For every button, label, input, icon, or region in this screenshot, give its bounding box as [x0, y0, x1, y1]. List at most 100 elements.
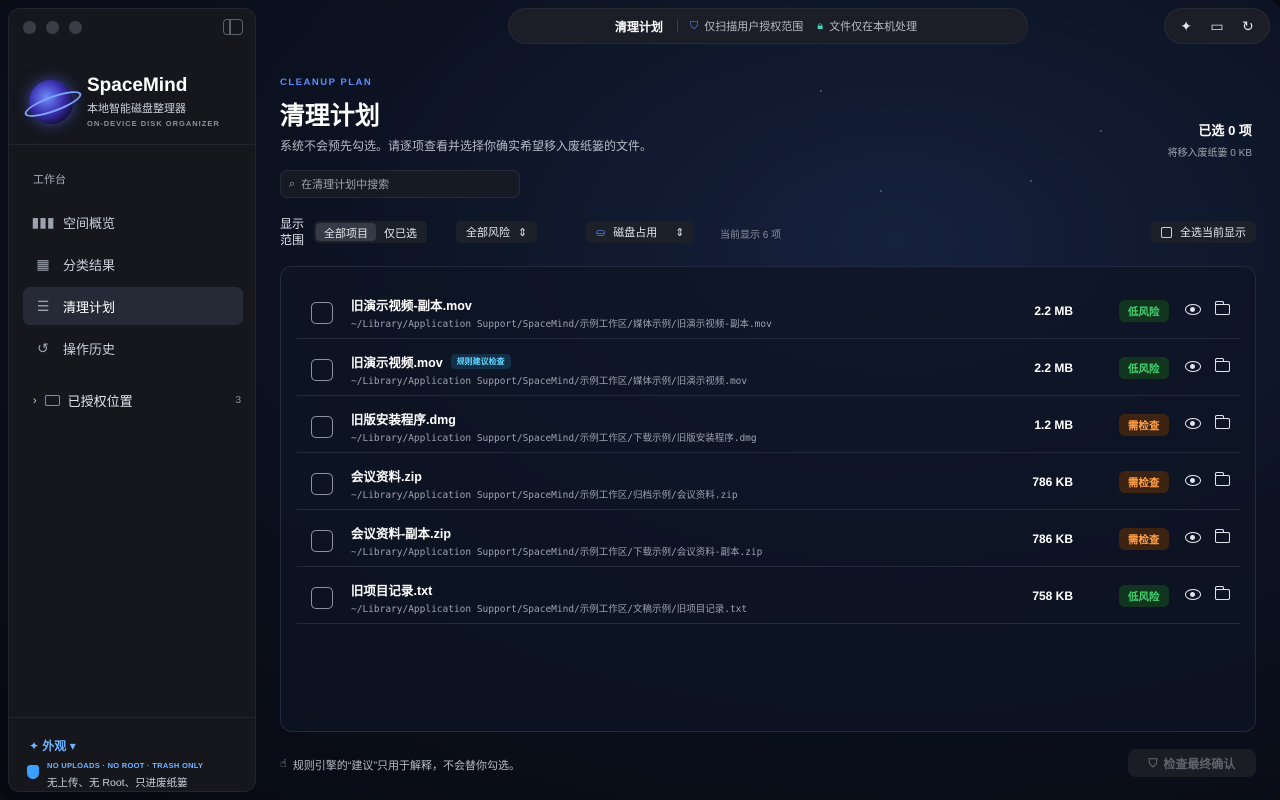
risk-badge: 需检查 — [1119, 414, 1169, 436]
file-size: 2.2 MB — [1034, 361, 1073, 375]
folder-icon[interactable] — [1214, 415, 1230, 429]
app-logo — [29, 79, 73, 124]
chevron-down-icon: ▾ — [66, 739, 76, 753]
row-checkbox[interactable] — [311, 587, 333, 609]
sort-dropdown[interactable]: ⛀ 磁盘占用 ⇕ — [586, 221, 695, 243]
file-path: ~/Library/Application Support/SpaceMind/… — [351, 547, 763, 558]
file-path: ~/Library/Application Support/SpaceMind/… — [351, 490, 738, 501]
final-confirm-button[interactable]: ⛉ 检查最终确认 — [1128, 749, 1256, 777]
footer-note: ☝ 规则引擎的“建议”只用于解释，不会替你勾选。 — [280, 757, 520, 773]
search-placeholder: 在清理计划中搜索 — [301, 179, 390, 191]
file-size: 786 KB — [1032, 532, 1073, 546]
confirm-label: 检查最终确认 — [1163, 756, 1236, 771]
sparkle-button[interactable]: ✦ — [1180, 18, 1192, 35]
sidebar-divider — [9, 144, 255, 145]
eye-icon[interactable] — [1185, 532, 1201, 543]
risk-badge: 低风险 — [1119, 300, 1169, 322]
background-star — [1030, 180, 1032, 182]
footer-note-text: 规则引擎的“建议”只用于解释，不会替你勾选。 — [292, 760, 521, 772]
selected-count: 已选 0 项 — [1198, 123, 1252, 138]
shield-check-icon: ⛉ — [690, 19, 699, 32]
bar-chart-icon: ▮▮▮ — [31, 213, 55, 230]
appearance-button[interactable]: ✦ 外观 ▾ — [29, 737, 76, 754]
shield-check-icon: ⛉ — [1148, 755, 1158, 770]
risk-filter-dropdown[interactable]: 全部风险 ⇕ — [456, 221, 538, 243]
separator — [677, 19, 679, 33]
authorized-locations[interactable]: › 已授权位置 3 — [33, 391, 241, 410]
folder-icon[interactable] — [1214, 301, 1230, 315]
file-name: 旧演示视频.mov — [351, 356, 443, 370]
row-checkbox[interactable] — [311, 530, 333, 552]
scope-badge: 仅扫描用户授权范围 — [704, 21, 804, 33]
row-checkbox[interactable] — [311, 473, 333, 495]
row-checkbox[interactable] — [311, 416, 333, 438]
privacy-notice: NO UPLOADS · NO ROOT · TRASH ONLY 无上传、无 … — [27, 761, 203, 790]
table-row: 旧项目记录.txt ~/Library/Application Support/… — [297, 567, 1241, 624]
file-path: ~/Library/Application Support/SpaceMind/… — [351, 604, 748, 615]
search-input[interactable]: ⌕ 在清理计划中搜索 — [280, 170, 520, 198]
sidebar-toggle-icon[interactable] — [223, 19, 243, 35]
app-subtitle-en: ON-DEVICE DISK ORGANIZER — [87, 119, 220, 128]
sort-value: 磁盘占用 — [613, 227, 658, 239]
disk-icon: ⛀ — [596, 226, 606, 239]
risk-badge: 需检查 — [1119, 471, 1169, 493]
eye-icon[interactable] — [1185, 475, 1201, 486]
eye-icon[interactable] — [1185, 418, 1201, 429]
app-name: SpaceMind — [87, 75, 188, 96]
seg-selected-only[interactable]: 仅已选 — [376, 223, 425, 241]
selection-summary: 已选 0 项 将移入废纸篓 0 KB — [1168, 120, 1252, 159]
close-window-button[interactable] — [23, 21, 36, 34]
eye-icon[interactable] — [1185, 361, 1201, 372]
page-title: 清理计划 — [280, 102, 381, 130]
eye-icon[interactable] — [1185, 589, 1201, 600]
file-path: ~/Library/Application Support/SpaceMind/… — [351, 376, 748, 387]
appearance-label: 外观 — [42, 739, 67, 753]
row-checkbox[interactable] — [311, 302, 333, 324]
file-path: ~/Library/Application Support/SpaceMind/… — [351, 433, 757, 444]
checklist-icon: ☰ — [36, 297, 50, 314]
page-eyebrow: CLEANUP PLAN — [280, 77, 373, 88]
file-name: 会议资料-副本.zip — [351, 527, 451, 541]
authorized-count: 3 — [235, 395, 241, 406]
filter-label: 显示范围 — [280, 217, 305, 247]
folder-icon[interactable] — [1214, 472, 1230, 486]
table-row: 旧版安装程序.dmg ~/Library/Application Support… — [297, 396, 1241, 453]
zoom-window-button[interactable] — [69, 21, 82, 34]
chevron-updown-icon: ⇕ — [518, 226, 528, 239]
checkbox-icon — [1161, 226, 1172, 238]
refresh-icon[interactable]: ↻ — [1242, 18, 1254, 35]
rule-tag: 规则建议检查 — [450, 354, 511, 369]
select-all-button[interactable]: 全选当前显示 — [1151, 221, 1256, 243]
sidebar-item-label: 分类结果 — [63, 257, 116, 273]
folder-icon[interactable] — [1214, 529, 1230, 543]
file-name: 会议资料.zip — [351, 470, 422, 484]
sidebar-item-history[interactable]: ↺ 操作历史 — [23, 329, 243, 367]
file-name: 旧项目记录.txt — [351, 584, 433, 598]
sidebar-item-categories[interactable]: ▦ 分类结果 — [23, 245, 243, 283]
minimize-window-button[interactable] — [46, 21, 59, 34]
grid-icon: ▦ — [36, 255, 50, 272]
row-checkbox[interactable] — [311, 359, 333, 381]
privacy-text-en: NO UPLOADS · NO ROOT · TRASH ONLY — [47, 761, 204, 770]
showing-count: 当前显示 6 项 — [720, 230, 782, 241]
table-row: 会议资料.zip ~/Library/Application Support/S… — [297, 453, 1241, 510]
sidebar-nav: ▮▮▮ 空间概览 ▦ 分类结果 ☰ 清理计划 ↺ 操作历史 — [23, 203, 243, 371]
background-star — [820, 90, 822, 92]
sidebar-item-cleanup-plan[interactable]: ☰ 清理计划 — [23, 287, 243, 325]
file-size: 786 KB — [1032, 475, 1073, 489]
file-path: ~/Library/Application Support/SpaceMind/… — [351, 319, 772, 330]
seg-all-items[interactable]: 全部项目 — [316, 223, 376, 241]
hand-pointer-icon: ☝ — [280, 758, 287, 770]
file-size: 1.2 MB — [1034, 418, 1073, 432]
folder-icon[interactable] — [1214, 586, 1230, 600]
eye-icon[interactable] — [1185, 304, 1201, 315]
risk-badge: 需检查 — [1119, 528, 1169, 550]
privacy-text-zh: 无上传、无 Root、只进废纸篓 — [47, 777, 188, 789]
folder-icon[interactable] — [1214, 358, 1230, 372]
workspace-label: 工作台 — [33, 174, 66, 186]
folder-button[interactable]: ▭ — [1210, 18, 1223, 35]
folder-icon — [44, 395, 60, 406]
sidebar-item-overview[interactable]: ▮▮▮ 空间概览 — [23, 203, 243, 241]
chevron-right-icon: › — [33, 394, 37, 407]
cleanup-list: 旧演示视频-副本.mov ~/Library/Application Suppo… — [280, 266, 1256, 732]
